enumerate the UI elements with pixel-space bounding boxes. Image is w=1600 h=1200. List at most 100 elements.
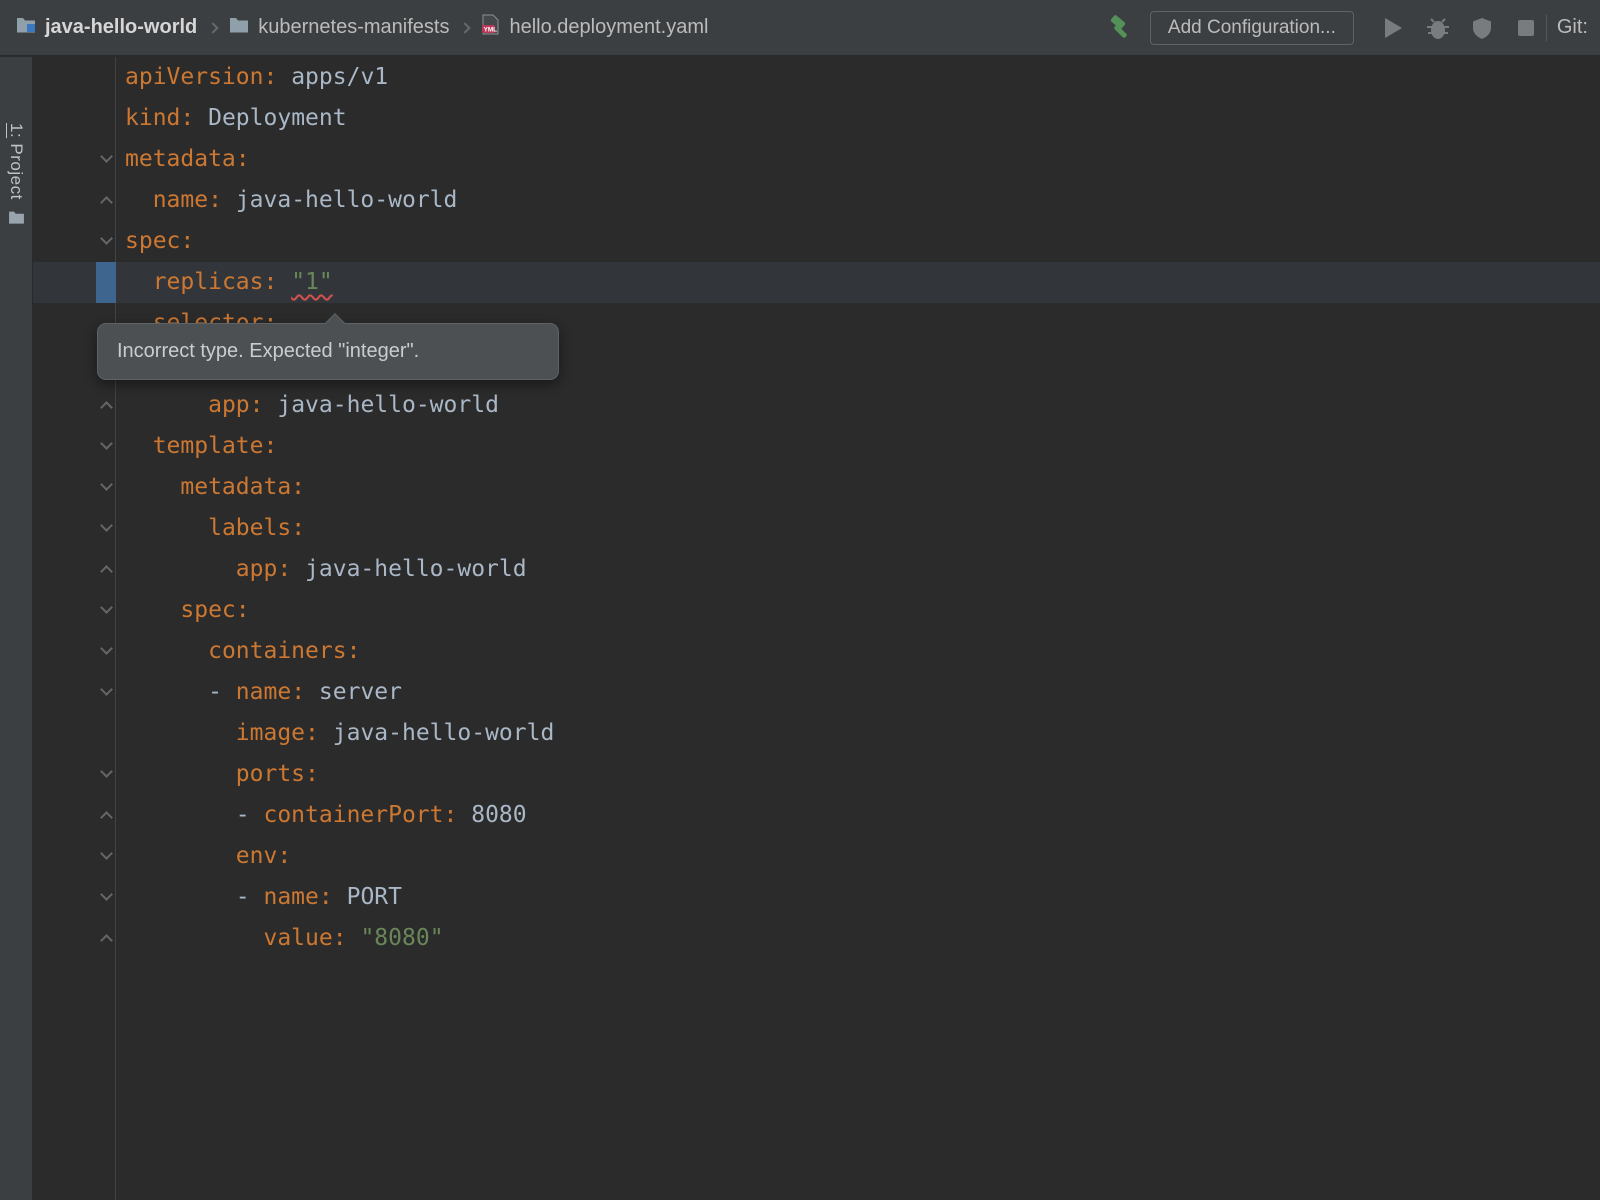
breadcrumb-project[interactable]: java-hello-world [16, 16, 197, 39]
yaml-key[interactable]: app [208, 392, 250, 418]
code-line[interactable]: - name: server [33, 672, 1600, 713]
code-line[interactable]: apiVersion: apps/v1 [33, 57, 1600, 98]
code-line[interactable]: kind: Deployment [33, 98, 1600, 139]
code-text[interactable]: template: [116, 426, 277, 467]
debug-bug-icon[interactable] [1424, 14, 1452, 42]
git-branch-widget[interactable]: Git: [1557, 16, 1588, 39]
code-text[interactable]: containers: [116, 631, 360, 672]
yaml-value[interactable]: java-hello-world [236, 187, 458, 213]
yaml-key[interactable]: metadata [180, 474, 291, 500]
fold-collapse-icon[interactable] [100, 478, 113, 491]
code-text[interactable]: image: java-hello-world [116, 713, 554, 754]
code-text[interactable]: spec: [116, 590, 250, 631]
fold-collapse-icon[interactable] [100, 150, 113, 163]
fold-collapse-icon[interactable] [100, 847, 113, 860]
code-text[interactable]: - containerPort: 8080 [116, 795, 527, 836]
code-line[interactable]: replicas: "1" [33, 262, 1600, 303]
code-line[interactable]: name: java-hello-world [33, 180, 1600, 221]
code-line[interactable]: containers: [33, 631, 1600, 672]
editor-pane[interactable]: apiVersion: apps/v1kind: Deploymentmetad… [33, 57, 1600, 1200]
yaml-key[interactable]: labels [208, 515, 291, 541]
yaml-value[interactable]: apps/v1 [291, 64, 388, 90]
code-line[interactable]: image: java-hello-world [33, 713, 1600, 754]
stop-icon[interactable] [1512, 14, 1540, 42]
yaml-key[interactable]: kind [125, 105, 180, 131]
yaml-key[interactable]: spec [180, 597, 235, 623]
code-line[interactable]: - containerPort: 8080 [33, 795, 1600, 836]
code-text[interactable]: apiVersion: apps/v1 [116, 57, 388, 98]
fold-collapse-icon[interactable] [100, 888, 113, 901]
yaml-key[interactable]: env [236, 843, 278, 869]
code-line[interactable]: app: java-hello-world [33, 385, 1600, 426]
fold-expand-icon[interactable] [100, 401, 113, 414]
code-text[interactable]: value: "8080" [116, 918, 444, 959]
code-line[interactable]: app: java-hello-world [33, 549, 1600, 590]
yaml-key[interactable]: spec [125, 228, 180, 254]
yaml-key[interactable]: containers [208, 638, 346, 664]
yaml-key[interactable]: value [263, 925, 332, 951]
code-text[interactable]: replicas: "1" [116, 262, 333, 303]
fold-expand-icon[interactable] [100, 196, 113, 209]
fold-collapse-icon[interactable] [100, 683, 113, 696]
yaml-key[interactable]: name [236, 679, 291, 705]
add-configuration-button[interactable]: Add Configuration... [1150, 11, 1354, 45]
code-area[interactable]: apiVersion: apps/v1kind: Deploymentmetad… [33, 57, 1600, 959]
yaml-key[interactable]: metadata [125, 146, 236, 172]
yaml-key[interactable]: name [263, 884, 318, 910]
project-tool-window-button[interactable]: 1: Project [0, 123, 32, 229]
yaml-value[interactable]: "8080" [360, 925, 443, 951]
yaml-value[interactable]: server [319, 679, 402, 705]
yaml-key[interactable]: template [153, 433, 264, 459]
yaml-value[interactable]: PORT [347, 884, 402, 910]
breadcrumb-folder[interactable]: kubernetes-manifests [229, 16, 449, 39]
code-text[interactable]: app: java-hello-world [116, 385, 499, 426]
code-line[interactable]: spec: [33, 590, 1600, 631]
yaml-value[interactable]: 8080 [471, 802, 526, 828]
code-line[interactable]: labels: [33, 508, 1600, 549]
code-text[interactable]: metadata: [116, 139, 250, 180]
yaml-value[interactable]: java-hello-world [333, 720, 555, 746]
fold-expand-icon[interactable] [100, 934, 113, 947]
breadcrumb-file[interactable]: YML hello.deployment.yaml [481, 14, 708, 41]
yaml-key[interactable]: app [236, 556, 278, 582]
code-line[interactable]: spec: [33, 221, 1600, 262]
code-line[interactable]: env: [33, 836, 1600, 877]
run-icon[interactable] [1380, 14, 1408, 42]
fold-collapse-icon[interactable] [100, 519, 113, 532]
fold-collapse-icon[interactable] [100, 601, 113, 614]
yaml-value[interactable]: java-hello-world [305, 556, 527, 582]
code-text[interactable]: labels: [116, 508, 305, 549]
code-text[interactable]: kind: Deployment [116, 98, 347, 139]
yaml-key[interactable]: replicas [153, 269, 264, 295]
build-hammer-icon[interactable] [1106, 14, 1134, 42]
yaml-value[interactable]: java-hello-world [277, 392, 499, 418]
coverage-shield-icon[interactable] [1468, 14, 1496, 42]
code-text[interactable]: ports: [116, 754, 319, 795]
fold-expand-icon[interactable] [100, 811, 113, 824]
yaml-key[interactable]: containerPort [263, 802, 443, 828]
code-line[interactable]: ports: [33, 754, 1600, 795]
code-line[interactable]: metadata: [33, 139, 1600, 180]
yaml-value[interactable]: "1" [291, 269, 333, 295]
code-text[interactable]: - name: PORT [116, 877, 402, 918]
code-line[interactable]: value: "8080" [33, 918, 1600, 959]
code-text[interactable]: env: [116, 836, 291, 877]
fold-collapse-icon[interactable] [100, 765, 113, 778]
code-text[interactable]: app: java-hello-world [116, 549, 527, 590]
fold-expand-icon[interactable] [100, 565, 113, 578]
code-text[interactable]: name: java-hello-world [116, 180, 457, 221]
yaml-key[interactable]: name [153, 187, 208, 213]
code-line[interactable]: template: [33, 426, 1600, 467]
fold-collapse-icon[interactable] [100, 642, 113, 655]
code-text[interactable]: - name: server [116, 672, 402, 713]
code-line[interactable]: - name: PORT [33, 877, 1600, 918]
code-line[interactable]: metadata: [33, 467, 1600, 508]
code-text[interactable]: spec: [116, 221, 194, 262]
yaml-key[interactable]: image [236, 720, 305, 746]
code-text[interactable]: metadata: [116, 467, 305, 508]
yaml-value[interactable]: Deployment [208, 105, 346, 131]
fold-collapse-icon[interactable] [100, 232, 113, 245]
fold-collapse-icon[interactable] [100, 437, 113, 450]
yaml-key[interactable]: ports [236, 761, 305, 787]
yaml-key[interactable]: apiVersion [125, 64, 263, 90]
